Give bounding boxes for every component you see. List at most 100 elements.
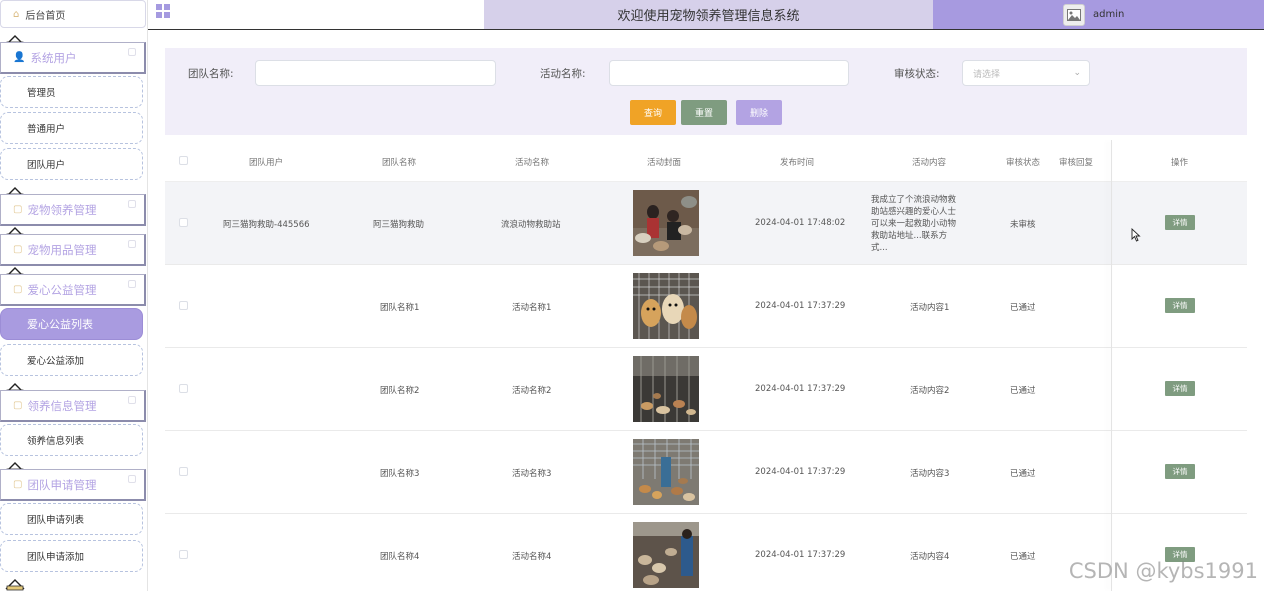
- sidebar-item-home[interactable]: ⌂ 后台首页: [0, 0, 146, 28]
- row-checkbox[interactable]: [179, 384, 188, 393]
- activity-cover-image: [633, 439, 699, 505]
- sidebar-item-label: 团队用户: [27, 160, 66, 171]
- sidebar-item-charity-list[interactable]: 爱心公益列表: [0, 308, 143, 340]
- folder-icon: ▢: [13, 204, 23, 215]
- select-all-checkbox[interactable]: [179, 156, 188, 165]
- cell-review-status: 已通过: [1010, 469, 1036, 479]
- menu-group-label: 爱心公益管理: [27, 282, 97, 297]
- avatar[interactable]: [1063, 3, 1085, 26]
- cell-publish-time: 2024-04-01 17:48:02: [755, 218, 846, 228]
- sidebar-item-normal-users[interactable]: 普通用户: [0, 112, 143, 144]
- activity-name-input[interactable]: [609, 60, 849, 86]
- cell-publish-time: 2024-04-01 17:37:29: [755, 301, 846, 311]
- cell-team-user: 阿三猫狗救助-445566: [223, 220, 310, 230]
- row-checkbox[interactable]: [179, 467, 188, 476]
- group-corner: [128, 48, 136, 56]
- row-checkbox[interactable]: [179, 550, 188, 559]
- cell-review-status: 已通过: [1010, 303, 1036, 313]
- cell-activity-name: 活动名称3: [512, 469, 552, 479]
- sidebar-item-team-application-list[interactable]: 团队申请列表: [0, 503, 143, 535]
- activity-cover-image: [633, 273, 699, 339]
- detail-button[interactable]: 详情: [1165, 381, 1195, 396]
- col-header-activity-content: 活动内容: [912, 158, 947, 168]
- cell-publish-time: 2024-04-01 17:37:29: [755, 550, 846, 560]
- group-corner: [128, 240, 136, 248]
- status-label: 审核状态:: [894, 68, 940, 80]
- menu-group-system-users[interactable]: 👤 系统用户: [0, 42, 146, 74]
- col-header-actions: 操作: [1171, 158, 1189, 168]
- cell-review-status: 已通过: [1010, 552, 1036, 562]
- menu-group-adoption-info[interactable]: ▢ 领养信息管理: [0, 390, 146, 422]
- cell-activity-content: 我成立了个流浪动物救助站感兴趣的爱心人士可以来一起救助小动物 救助站地址...联…: [871, 195, 957, 253]
- watermark: CSDN @kybs1991: [1068, 559, 1258, 583]
- query-button[interactable]: 查询: [630, 100, 676, 125]
- data-table: 团队用户 团队名称 活动名称 活动封面 发布时间 活动内容 审核状态 审核回复 …: [165, 140, 1247, 591]
- sidebar-home-label: 后台首页: [25, 10, 66, 22]
- row-checkbox[interactable]: [179, 301, 188, 310]
- user-menu[interactable]: admin: [933, 0, 1264, 29]
- image-placeholder-icon: [1067, 8, 1081, 21]
- detail-button[interactable]: 详情: [1165, 464, 1195, 479]
- table-row[interactable]: 团队名称1 活动名称1 2024-04-01 17:37:29 活动内容1 已通…: [165, 265, 1247, 348]
- sidebar-item-label: 爱心公益列表: [27, 318, 93, 331]
- sidebar-item-label: 团队申请添加: [27, 552, 85, 563]
- cell-activity-name: 活动名称1: [512, 303, 552, 313]
- table-row[interactable]: 阿三猫狗救助-445566 阿三猫狗救助 流浪动物救助站 2024-04-01 …: [165, 182, 1247, 265]
- cell-activity-name: 流浪动物救助站: [501, 220, 561, 230]
- menu-group-team-application[interactable]: ▢ 团队申请管理: [0, 469, 146, 501]
- detail-button[interactable]: 详情: [1165, 298, 1195, 313]
- top-bar: 欢迎使用宠物领养管理信息系统 admin: [148, 0, 1264, 30]
- cell-publish-time: 2024-04-01 17:37:29: [755, 384, 846, 394]
- mouse-cursor-icon: [1131, 228, 1141, 242]
- cell-activity-content: 活动内容3: [910, 469, 950, 479]
- menu-group-pet-supplies[interactable]: ▢ 宠物用品管理: [0, 234, 146, 266]
- table-header: 团队用户 团队名称 活动名称 活动封面 发布时间 活动内容 审核状态 审核回复 …: [165, 140, 1247, 182]
- status-select[interactable]: 请选择 ⌄: [962, 60, 1090, 86]
- sidebar-item-charity-add[interactable]: 爱心公益添加: [0, 344, 143, 376]
- col-header-team-name: 团队名称: [382, 158, 417, 168]
- team-name-input[interactable]: [255, 60, 496, 86]
- sidebar-item-team-application-add[interactable]: 团队申请添加: [0, 540, 143, 572]
- sidebar-item-label: 领养信息列表: [27, 436, 85, 447]
- cell-activity-name: 活动名称4: [512, 552, 552, 562]
- cell-review-status: 未审核: [1010, 220, 1036, 230]
- user-icon: 👤: [13, 52, 26, 63]
- folder-icon: ▢: [13, 400, 23, 411]
- sidebar-item-label: 普通用户: [27, 124, 66, 135]
- menu-group-charity[interactable]: ▢ 爱心公益管理: [0, 274, 146, 306]
- col-header-publish-time: 发布时间: [780, 158, 815, 168]
- status-select-placeholder: 请选择: [973, 69, 1001, 80]
- reset-button[interactable]: 重置: [681, 100, 727, 125]
- table-row[interactable]: 团队名称3 活动名称3 2024-04-01 17:37:29 活动内容3 已通…: [165, 431, 1247, 514]
- col-header-review-status: 审核状态: [1006, 158, 1041, 168]
- cell-activity-content: 活动内容1: [910, 303, 950, 313]
- sidebar-item-label: 爱心公益添加: [27, 356, 85, 367]
- cell-activity-content: 活动内容2: [910, 386, 950, 396]
- chevron-down-icon: ⌄: [1073, 68, 1081, 78]
- folder-icon: ▢: [13, 284, 23, 295]
- row-checkbox[interactable]: [179, 218, 188, 227]
- group-corner: [128, 475, 136, 483]
- menu-group-label: 宠物领养管理: [27, 202, 97, 217]
- sidebar-item-label: 管理员: [27, 88, 56, 99]
- menu-group-pet-adoption[interactable]: ▢ 宠物领养管理: [0, 194, 146, 226]
- table-row[interactable]: 团队名称2 活动名称2 2024-04-01 17:37:29 活动内容2 已通…: [165, 348, 1247, 431]
- cell-team-name: 团队名称1: [380, 303, 420, 313]
- cell-review-status: 已通过: [1010, 386, 1036, 396]
- username: admin: [1093, 9, 1125, 20]
- delete-button[interactable]: 删除: [736, 100, 782, 125]
- sidebar-item-admin[interactable]: 管理员: [0, 76, 143, 108]
- menu-group-label: 系统用户: [30, 50, 77, 65]
- sidebar-item-adoption-list[interactable]: 领养信息列表: [0, 424, 143, 456]
- col-header-review-reply: 审核回复: [1059, 158, 1094, 168]
- col-header-team-user: 团队用户: [249, 158, 284, 168]
- detail-button[interactable]: 详情: [1165, 215, 1195, 230]
- cell-team-name: 团队名称2: [380, 386, 420, 396]
- cell-activity-content: 活动内容4: [910, 552, 950, 562]
- cell-team-name: 阿三猫狗救助: [373, 220, 425, 230]
- menu-toggle-icon[interactable]: [156, 4, 170, 18]
- cell-team-name: 团队名称4: [380, 552, 420, 562]
- activity-cover-image: [633, 356, 699, 422]
- sidebar-item-team-users[interactable]: 团队用户: [0, 148, 143, 180]
- col-header-activity-cover: 活动封面: [647, 158, 682, 168]
